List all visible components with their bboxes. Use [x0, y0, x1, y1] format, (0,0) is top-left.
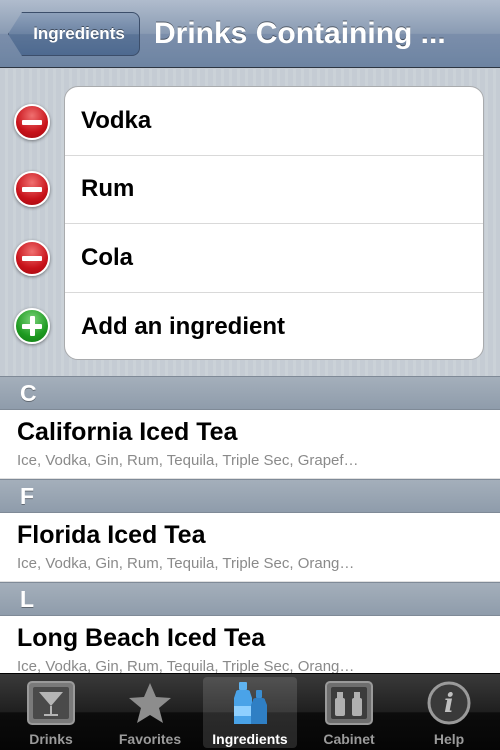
drink-ingredients: Ice, Vodka, Gin, Rum, Tequila, Triple Se… [17, 555, 355, 572]
add-ingredient-button[interactable] [14, 308, 50, 344]
remove-vodka-button[interactable] [14, 104, 50, 140]
drink-name: Long Beach Iced Tea [17, 624, 266, 652]
ingredient-row-rum[interactable]: Rum [65, 156, 483, 224]
add-ingredient-row[interactable]: Add an ingredient [65, 293, 483, 360]
remove-cola-button[interactable] [14, 240, 50, 276]
drink-row-california-iced-tea[interactable]: California Iced Tea Ice, Vodka, Gin, Rum… [0, 410, 500, 479]
tab-label: Drinks [29, 731, 73, 747]
tab-label: Help [433, 731, 465, 747]
tab-favorites[interactable]: Favorites [103, 677, 197, 748]
tab-label: Cabinet [323, 731, 375, 747]
section-header-l: L [0, 582, 500, 616]
drink-ingredients: Ice, Vodka, Gin, Rum, Tequila, Triple Se… [17, 452, 359, 469]
ingredient-list: Vodka Rum Cola Add an ingredient [64, 86, 484, 360]
tab-drinks[interactable]: Drinks [4, 677, 98, 748]
drink-name: California Iced Tea [17, 418, 238, 446]
section-header-f: F [0, 479, 500, 513]
remove-rum-button[interactable] [14, 171, 50, 207]
tab-label: Favorites [118, 731, 182, 747]
ingredient-row-cola[interactable]: Cola [65, 224, 483, 293]
plus-icon-vertical [29, 316, 35, 336]
info-icon: i [427, 681, 471, 725]
section-header-c: C [0, 376, 500, 410]
back-button[interactable]: Ingredients [8, 12, 140, 56]
drink-row-florida-iced-tea[interactable]: Florida Iced Tea Ice, Vodka, Gin, Rum, T… [0, 513, 500, 582]
svg-text:i: i [444, 689, 454, 719]
tab-help[interactable]: i Help [402, 677, 496, 748]
tab-cabinet[interactable]: Cabinet [302, 677, 396, 748]
tab-label: Ingredients [212, 731, 288, 747]
navigation-bar: Ingredients Drinks Containing ... [0, 0, 500, 68]
cocktail-glass-icon [27, 681, 75, 725]
bottles-icon [234, 682, 267, 724]
page-title: Drinks Containing ... [154, 17, 446, 50]
minus-icon [22, 186, 42, 192]
cabinet-icon [325, 681, 373, 725]
tab-bar: Drinks Favorites Ingredients Cabinet i H… [0, 673, 500, 750]
ingredient-selection-area: Vodka Rum Cola Add an ingredient [0, 69, 500, 376]
minus-icon [22, 255, 42, 261]
star-icon [129, 683, 171, 723]
minus-icon [22, 119, 42, 125]
ingredient-row-vodka[interactable]: Vodka [65, 87, 483, 156]
tab-ingredients[interactable]: Ingredients [203, 677, 297, 748]
drink-name: Florida Iced Tea [17, 521, 206, 549]
